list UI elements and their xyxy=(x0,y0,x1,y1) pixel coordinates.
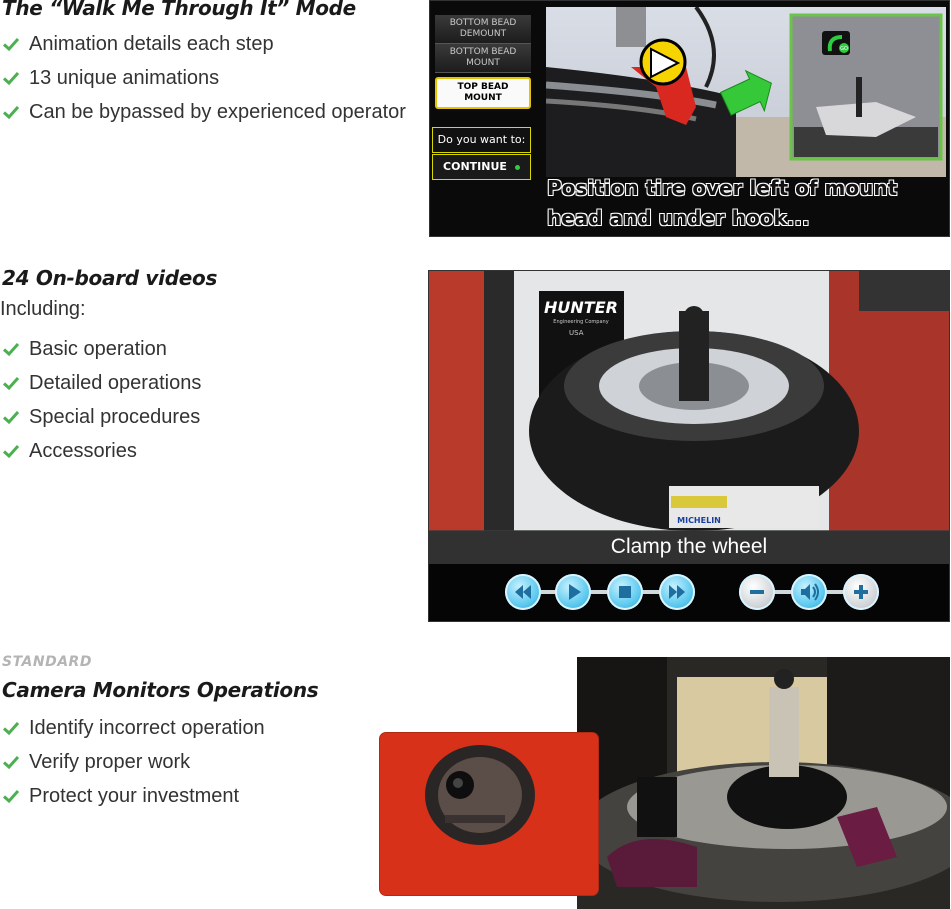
list-item: Protect your investment xyxy=(2,779,265,813)
continue-label: CONTINUE xyxy=(443,160,507,173)
video-caption: Clamp the wheel xyxy=(429,530,949,564)
list-item-text: 13 unique animations xyxy=(29,66,220,89)
list-item: Special procedures xyxy=(2,400,201,434)
checkmark-icon xyxy=(2,340,20,358)
camera-lens-image xyxy=(380,733,598,895)
status-dot-icon xyxy=(514,164,520,170)
list-item: Animation details each step xyxy=(2,27,406,61)
stop-button[interactable] xyxy=(607,574,643,610)
list-item: Identify incorrect operation xyxy=(2,711,265,745)
checkmark-icon xyxy=(2,35,20,53)
list-item: Verify proper work xyxy=(2,745,265,779)
feature-list: Identify incorrect operation Verify prop… xyxy=(2,711,265,813)
prompt-box: Do you want to: xyxy=(432,127,531,153)
list-item: Accessories xyxy=(2,434,201,468)
go-label: GO xyxy=(840,46,848,52)
animation-screenshot: GO BOTTOM BEAD DEMOUNT BOTTOM BEAD MOUNT… xyxy=(429,0,950,237)
menu-item-bottom-bead-mount[interactable]: BOTTOM BEAD MOUNT xyxy=(435,44,531,73)
camera-frame xyxy=(577,657,950,909)
section-heading: 24 On-board videos xyxy=(2,266,218,290)
list-item-text: Accessories xyxy=(29,439,137,462)
made-in-label: USA xyxy=(569,329,584,337)
fast-forward-icon xyxy=(669,585,685,599)
checkmark-icon xyxy=(2,787,20,805)
step-menu: BOTTOM BEAD DEMOUNT BOTTOM BEAD MOUNT TO… xyxy=(435,15,531,113)
play-button[interactable] xyxy=(555,574,591,610)
menu-item-bottom-bead-demount[interactable]: BOTTOM BEAD DEMOUNT xyxy=(435,15,531,44)
list-item-text: Animation details each step xyxy=(29,32,274,55)
rewind-button[interactable] xyxy=(505,574,541,610)
brand-sub: Engineering Company xyxy=(553,319,608,325)
standard-label: STANDARD xyxy=(2,654,92,670)
list-item-text: Special procedures xyxy=(29,405,201,428)
section-heading: The “Walk Me Through It” Mode xyxy=(2,0,356,20)
checkmark-icon xyxy=(2,103,20,121)
list-item: 13 unique animations xyxy=(2,61,406,95)
checkmark-icon xyxy=(2,374,20,392)
video-frame: HUNTER Engineering Company USA MICHELIN xyxy=(429,271,949,531)
menu-item-top-bead-mount[interactable]: TOP BEAD MOUNT xyxy=(435,77,531,109)
checkmark-icon xyxy=(2,442,20,460)
list-item-text: Detailed operations xyxy=(29,371,202,394)
brand-logo: HUNTER xyxy=(544,298,618,317)
animation-scene: GO xyxy=(546,7,946,177)
minus-icon xyxy=(750,590,764,594)
animation-caption: Position tire over left of mount head an… xyxy=(547,176,898,230)
section-intro: Including: xyxy=(0,298,86,320)
volume-button[interactable] xyxy=(791,574,827,610)
feature-list: Animation details each step 13 unique an… xyxy=(2,27,406,129)
list-item-text: Identify incorrect operation xyxy=(29,716,265,739)
volume-up-button[interactable] xyxy=(843,574,879,610)
section-heading: Camera Monitors Operations xyxy=(2,678,319,702)
tire-brand: MICHELIN xyxy=(677,516,721,525)
list-item-text: Verify proper work xyxy=(29,750,191,773)
camera-closeup xyxy=(380,733,598,895)
rewind-icon xyxy=(515,585,531,599)
camera-view xyxy=(577,657,950,909)
video-controls xyxy=(429,564,949,621)
checkmark-icon xyxy=(2,69,20,87)
checkmark-icon xyxy=(2,719,20,737)
speaker-icon xyxy=(801,583,819,601)
list-item: Basic operation xyxy=(2,332,201,366)
list-item: Can be bypassed by experienced operator xyxy=(2,95,406,129)
feature-list: Basic operation Detailed operations Spec… xyxy=(2,332,201,468)
list-item-text: Can be bypassed by experienced operator xyxy=(29,100,406,123)
list-item-text: Protect your investment xyxy=(29,784,240,807)
continue-button[interactable]: CONTINUE xyxy=(432,154,531,180)
play-icon xyxy=(569,584,581,600)
plus-icon xyxy=(854,585,868,599)
checkmark-icon xyxy=(2,408,20,426)
fast-forward-button[interactable] xyxy=(659,574,695,610)
checkmark-icon xyxy=(2,753,20,771)
list-item-text: Basic operation xyxy=(29,337,167,360)
volume-down-button[interactable] xyxy=(739,574,775,610)
video-player: HUNTER Engineering Company USA MICHELIN … xyxy=(428,270,950,622)
stop-icon xyxy=(619,586,631,598)
list-item: Detailed operations xyxy=(2,366,201,400)
